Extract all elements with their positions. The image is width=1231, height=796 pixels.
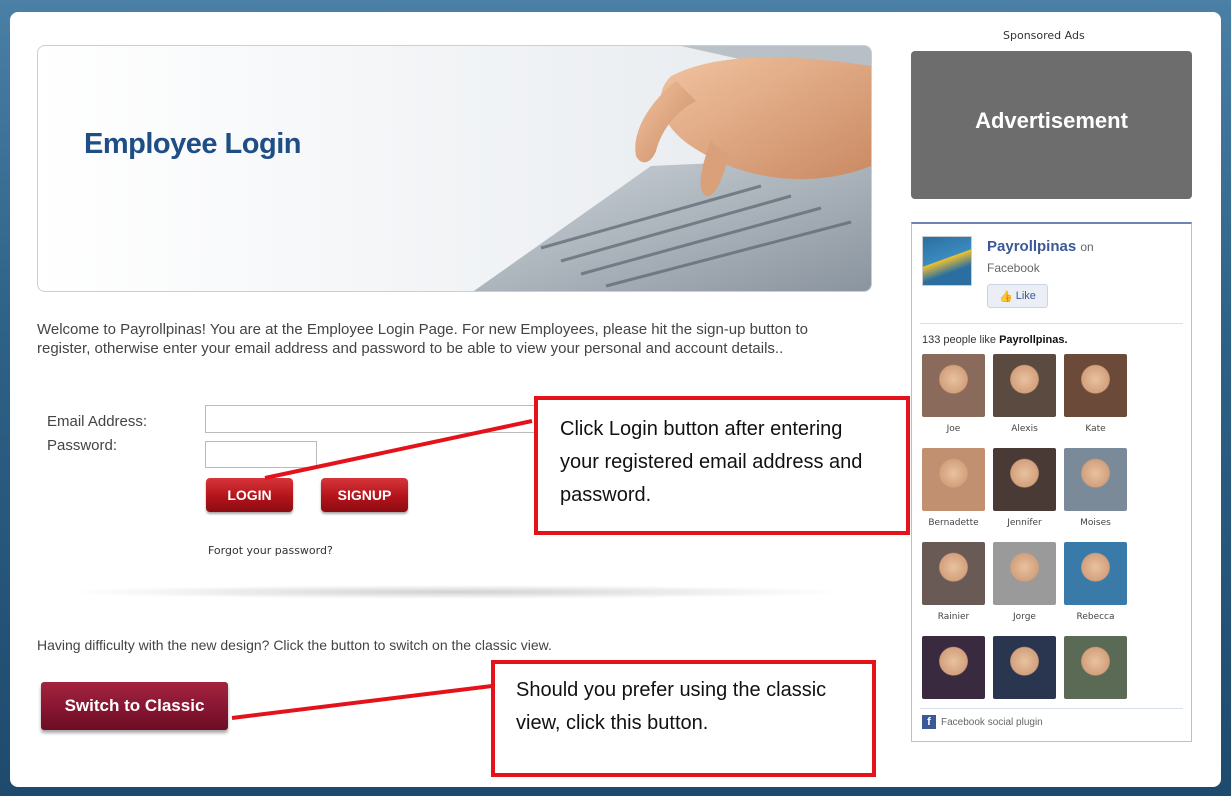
fb-page-name[interactable]: Payrollpinas <box>987 238 1076 255</box>
fb-face-avatar[interactable] <box>993 354 1056 417</box>
advertisement-box[interactable]: Advertisement <box>911 51 1192 199</box>
fb-face-avatar[interactable] <box>1064 448 1127 511</box>
fb-face-avatar[interactable] <box>922 636 985 699</box>
laptop-hand-image <box>473 46 871 291</box>
email-label: Email Address: <box>47 413 148 430</box>
fb-page-name-row: Payrollpinas on <box>987 238 1094 255</box>
password-field[interactable] <box>205 441 317 468</box>
login-button[interactable]: LOGIN <box>206 478 293 512</box>
fb-social-plugin-link[interactable]: Facebook social plugin <box>941 717 1043 728</box>
fb-footer: f Facebook social plugin <box>922 715 1043 729</box>
form-divider <box>60 585 850 599</box>
fb-face-avatar[interactable] <box>1064 354 1127 417</box>
classic-view-prompt: Having difficulty with the new design? C… <box>37 637 552 653</box>
fb-like-label: Like <box>1015 290 1036 302</box>
forgot-password-link[interactable]: Forgot your password? <box>208 544 333 557</box>
fb-face-avatar[interactable] <box>993 636 1056 699</box>
fb-face-avatar[interactable] <box>922 448 985 511</box>
fb-face-avatar[interactable] <box>1064 636 1127 699</box>
fb-face-avatar[interactable] <box>1064 542 1127 605</box>
fb-face-avatar[interactable] <box>993 448 1056 511</box>
fb-footer-divider <box>920 708 1183 709</box>
banner-title: Employee Login <box>84 128 301 160</box>
thumbs-up-icon: 👍 <box>999 290 1013 303</box>
advertisement-label: Advertisement <box>975 108 1128 133</box>
welcome-text: Welcome to Payrollpinas! You are at the … <box>37 321 809 357</box>
login-callout-text: Click Login button after entering your r… <box>560 418 863 506</box>
fb-face-name[interactable]: Bernadette <box>922 518 985 528</box>
fb-platform-link[interactable]: Facebook <box>987 261 1040 275</box>
fb-divider <box>920 323 1183 324</box>
fb-like-count: 133 people like Payrollpinas. <box>922 334 1068 346</box>
sponsored-ads-label: Sponsored Ads <box>1003 29 1085 42</box>
signup-button[interactable]: SIGNUP <box>321 478 408 512</box>
fb-face-name[interactable]: Jorge <box>993 612 1056 622</box>
facebook-like-box: Payrollpinas on Facebook 👍 Like 133 peop… <box>911 222 1192 742</box>
fb-face-name[interactable]: Kate <box>1064 424 1127 434</box>
classic-callout-text: Should you prefer using the classic view… <box>516 679 827 734</box>
switch-to-classic-button[interactable]: Switch to Classic <box>41 682 228 730</box>
fb-face-name[interactable]: Joe <box>922 424 985 434</box>
password-label: Password: <box>47 437 118 454</box>
fb-face-avatar[interactable] <box>922 354 985 417</box>
fb-face-name[interactable]: Rainier <box>922 612 985 622</box>
fb-on-text: on <box>1080 240 1094 254</box>
fb-count-prefix: 133 people like <box>922 334 997 346</box>
facebook-icon: f <box>922 715 936 729</box>
fb-face-avatar[interactable] <box>922 542 985 605</box>
fb-face-name[interactable]: Moises <box>1064 518 1127 528</box>
classic-callout: Should you prefer using the classic view… <box>491 660 876 777</box>
fb-face-avatar[interactable] <box>993 542 1056 605</box>
fb-face-name[interactable]: Rebecca <box>1064 612 1127 622</box>
email-field[interactable] <box>205 405 545 433</box>
payrollpinas-logo[interactable] <box>922 236 972 286</box>
fb-count-page: Payrollpinas. <box>999 334 1068 346</box>
fb-face-name[interactable]: Alexis <box>993 424 1056 434</box>
login-callout: Click Login button after entering your r… <box>534 396 910 535</box>
fb-face-name[interactable]: Jennifer <box>993 518 1056 528</box>
employee-login-banner: Employee Login <box>37 45 872 292</box>
fb-like-button[interactable]: 👍 Like <box>987 284 1048 308</box>
